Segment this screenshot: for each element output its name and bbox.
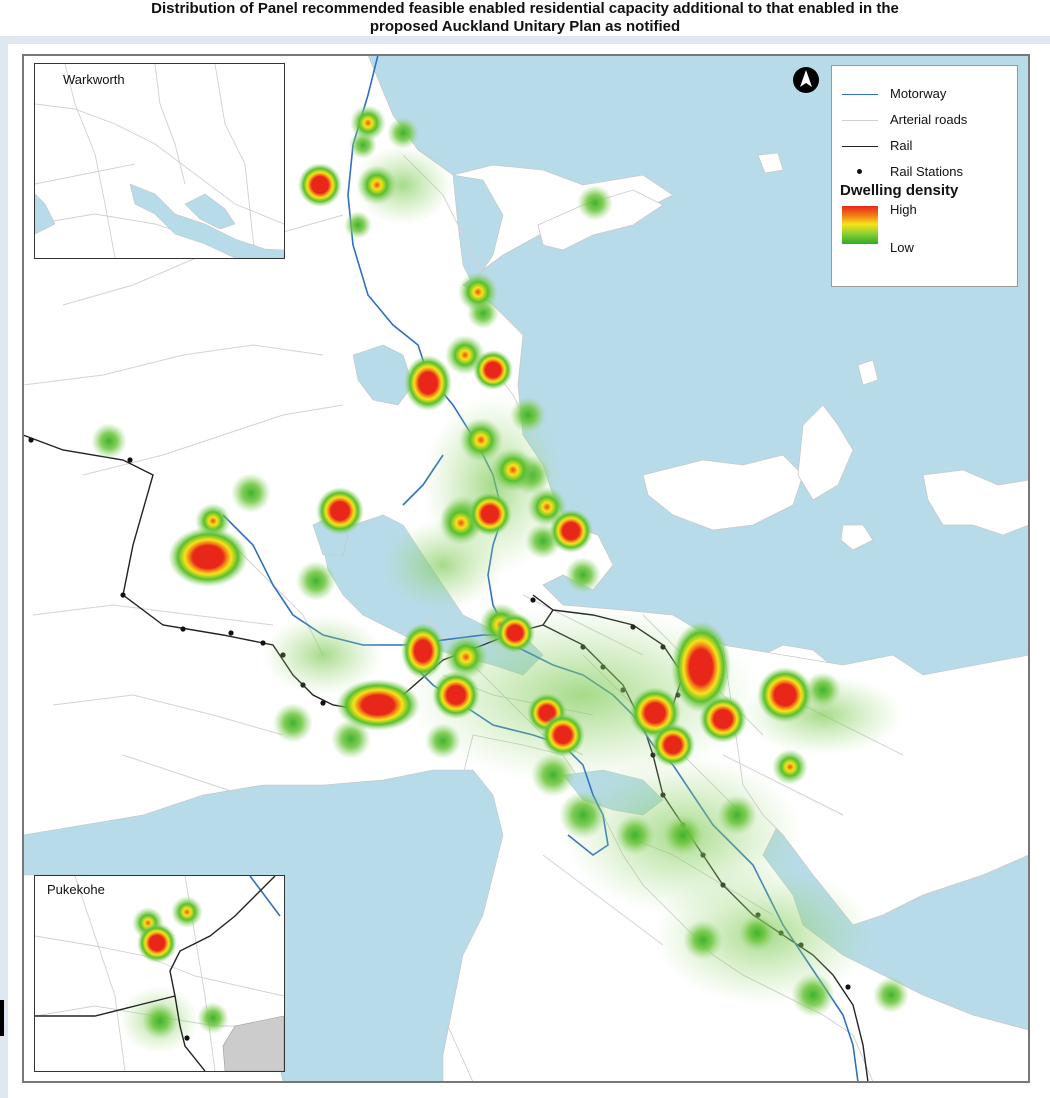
land-island-east2 [922, 469, 1029, 536]
map-title: Distribution of Panel recommended feasib… [0, 0, 1050, 36]
legend-label-motorway: Motorway [890, 86, 947, 101]
station-dot-icon [857, 169, 862, 174]
inset-warkworth-label: Warkworth [63, 72, 125, 87]
legend-item-rail: Rail [842, 138, 1012, 154]
top-border-strip [0, 36, 1050, 44]
motorway-line-swatch [842, 94, 878, 95]
land-island-small [840, 524, 874, 551]
land-island-small2 [857, 359, 879, 386]
rail-line-swatch [842, 146, 878, 147]
land-island-small3 [757, 152, 784, 174]
map-legend: Motorway Arterial roads Rail Rail Statio… [831, 65, 1018, 287]
left-border-strip [0, 44, 8, 1098]
density-gradient-swatch [842, 206, 878, 244]
land-waiheke [642, 454, 804, 531]
legend-density-low: Low [890, 240, 914, 255]
legend-label-stations: Rail Stations [890, 164, 963, 179]
inset-pukekohe-label: Pukekohe [47, 882, 105, 897]
arterial-line-swatch [842, 120, 878, 121]
inset-pukekohe[interactable]: Pukekohe [34, 875, 285, 1072]
legend-label-arterial: Arterial roads [890, 112, 968, 127]
land-island-east [797, 404, 854, 501]
legend-label-rail: Rail [890, 138, 913, 153]
legend-item-arterial: Arterial roads [842, 112, 1012, 128]
inset-warkworth-map [35, 64, 284, 258]
inset-warkworth[interactable]: Warkworth [34, 63, 285, 259]
map-frame[interactable]: Warkworth Pukekohe Motorway Arterial roa… [22, 54, 1030, 1083]
north-arrow-icon [791, 65, 821, 95]
legend-density-high: High [890, 202, 917, 217]
title-line-1: Distribution of Panel recommended feasib… [151, 0, 899, 17]
edge-fragment [0, 1000, 4, 1036]
legend-item-motorway: Motorway [842, 86, 1012, 102]
legend-item-stations: Rail Stations [842, 164, 1012, 180]
inset-pukekohe-map [35, 876, 284, 1071]
title-line-2: proposed Auckland Unitary Plan as notifi… [369, 18, 681, 35]
legend-density-title: Dwelling density [840, 182, 959, 199]
